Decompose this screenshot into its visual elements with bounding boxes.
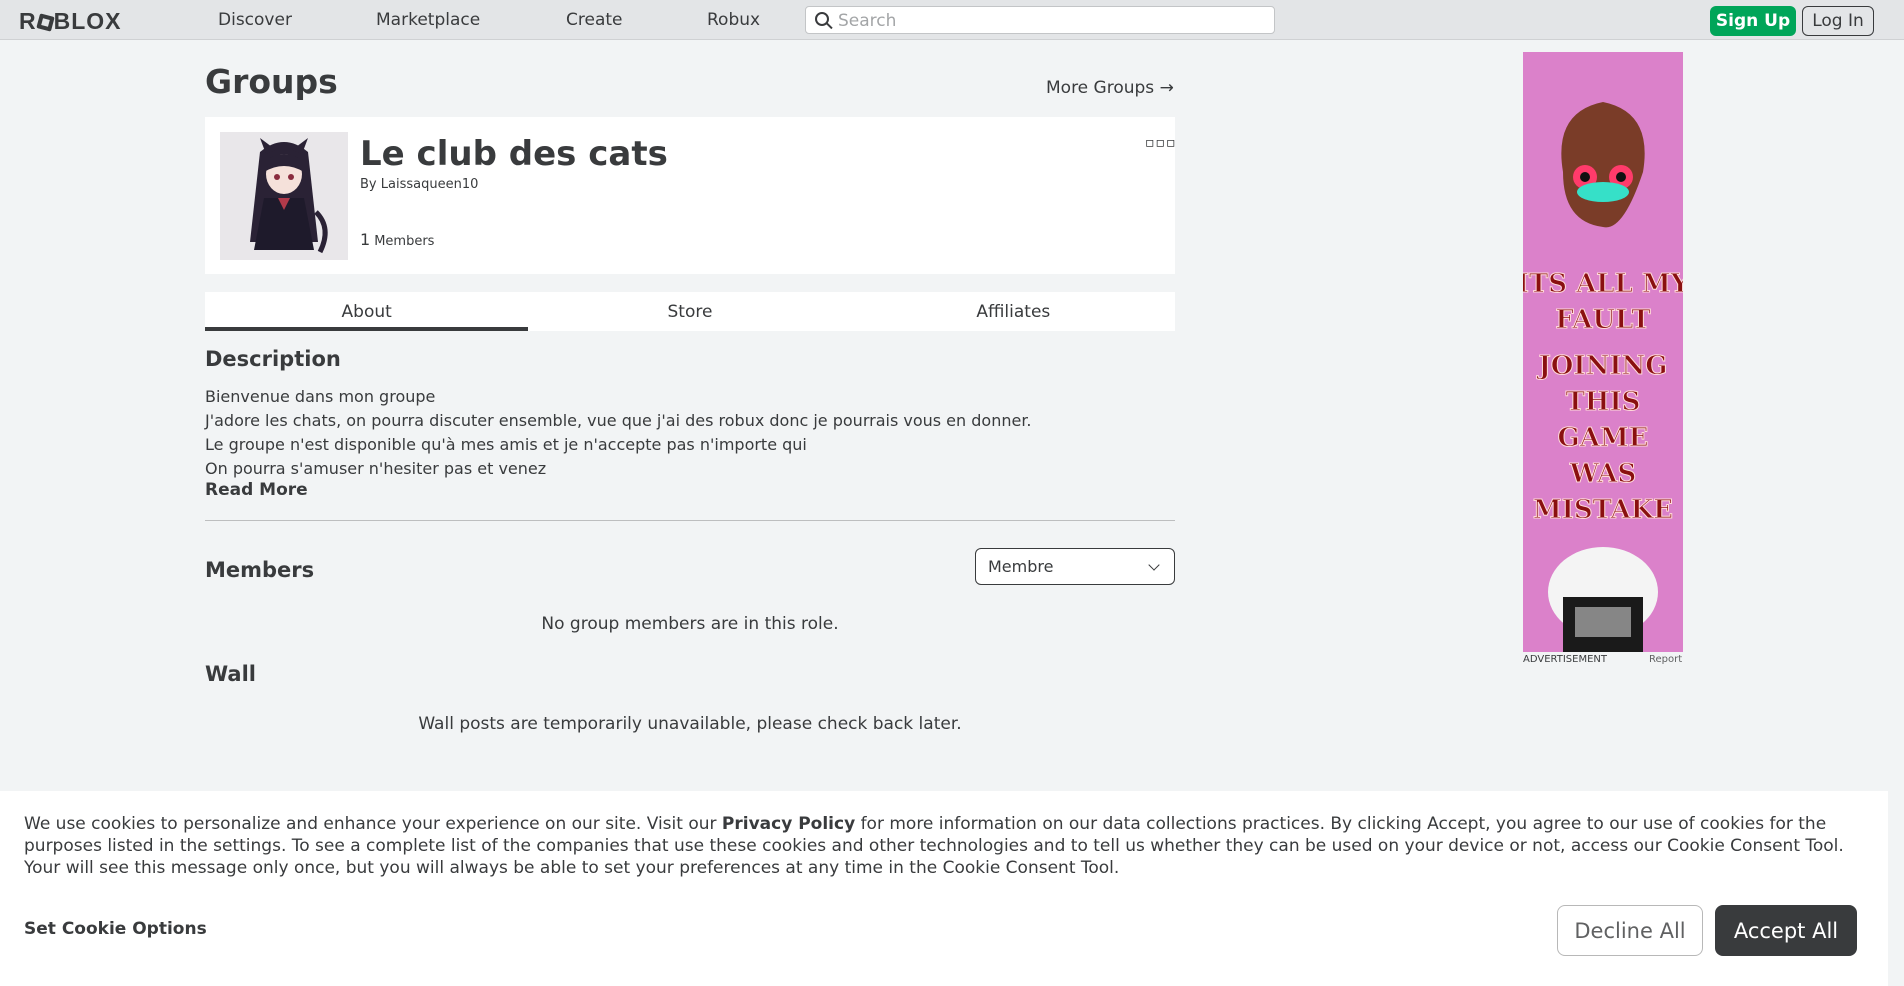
description-line: On pourra s'amuser n'hesiter pas et vene…	[205, 459, 547, 478]
role-dropdown[interactable]: Membre	[975, 548, 1175, 585]
set-cookie-options-link[interactable]: Set Cookie Options	[24, 919, 207, 939]
wall-title: Wall	[205, 662, 256, 686]
group-tabs: About Store Affiliates	[205, 292, 1175, 331]
members-empty-message: No group members are in this role.	[541, 614, 839, 634]
ad-report-link[interactable]: Report	[1649, 654, 1682, 665]
advertisement-banner[interactable]: ITS ALL MY FAULT JOINING THIS GAME WAS M…	[1523, 52, 1683, 652]
search-input[interactable]: Search	[805, 6, 1275, 34]
nav-robux[interactable]: Robux	[707, 10, 760, 30]
read-more-link[interactable]: Read More	[205, 480, 308, 500]
member-count-number: 1	[360, 230, 371, 249]
description-line: Bienvenue dans mon groupe	[205, 387, 436, 406]
ad-text-line: ITS ALL MY	[1523, 269, 1683, 299]
top-navigation-bar: R BLOX Discover Marketplace Create Robux …	[0, 0, 1904, 40]
sign-up-button[interactable]: Sign Up	[1710, 6, 1796, 36]
log-in-button[interactable]: Log In	[1802, 6, 1874, 36]
group-header-card: Le club des cats By Laissaqueen10 1 Membe…	[205, 117, 1175, 274]
role-selected-value: Membre	[988, 557, 1054, 576]
roblox-logo[interactable]: R BLOX	[19, 8, 122, 35]
search-icon	[815, 12, 829, 26]
accept-all-button[interactable]: Accept All	[1715, 905, 1857, 956]
page-scrollbar[interactable]	[1888, 40, 1904, 986]
description-text: Bienvenue dans mon groupe J'adore les ch…	[205, 385, 1032, 481]
wall-unavailable-message: Wall posts are temporarily unavailable, …	[418, 714, 962, 734]
ad-text-line: JOINING	[1536, 351, 1667, 381]
description-title: Description	[205, 347, 341, 371]
cookie-text: We use cookies to personalize and enhanc…	[24, 813, 1874, 879]
description-line: J'adore les chats, on pourra discuter en…	[205, 411, 1032, 430]
owner-link[interactable]: Laissaqueen10	[381, 177, 479, 192]
members-title: Members	[205, 558, 315, 582]
page-title: Groups	[205, 62, 338, 101]
more-groups-link[interactable]: More Groups →	[1046, 78, 1174, 98]
member-count: 1 Members	[360, 230, 434, 249]
ad-text-line: THIS	[1566, 387, 1641, 417]
search-placeholder: Search	[838, 11, 897, 31]
tab-about[interactable]: About	[205, 292, 529, 331]
more-options-icon[interactable]: ▫▫▫	[1145, 135, 1176, 151]
ad-text-line: MISTAKE	[1533, 495, 1673, 525]
group-emblem	[220, 132, 348, 260]
nav-discover[interactable]: Discover	[218, 10, 292, 30]
description-line: Le groupe n'est disponible qu'à mes amis…	[205, 435, 807, 454]
chevron-down-icon	[1148, 559, 1160, 571]
cookie-text-before: We use cookies to personalize and enhanc…	[24, 814, 722, 834]
by-prefix: By	[360, 177, 377, 192]
nav-create[interactable]: Create	[566, 10, 623, 30]
tab-store[interactable]: Store	[528, 292, 851, 331]
privacy-policy-link[interactable]: Privacy Policy	[722, 814, 855, 834]
member-count-label: Members	[374, 234, 435, 249]
divider	[205, 520, 1175, 521]
ad-text-line: GAME	[1558, 423, 1649, 453]
nav-marketplace[interactable]: Marketplace	[376, 10, 480, 30]
advertisement-label: ADVERTISEMENT	[1523, 654, 1608, 665]
group-name: Le club des cats	[360, 134, 668, 174]
ad-text-line: WAS	[1569, 459, 1637, 489]
decline-all-button[interactable]: Decline All	[1557, 905, 1703, 956]
group-owner-line: By Laissaqueen10	[360, 177, 478, 192]
tab-affiliates[interactable]: Affiliates	[852, 292, 1175, 331]
ad-text-line: FAULT	[1555, 305, 1651, 335]
cookie-consent-banner: We use cookies to personalize and enhanc…	[0, 791, 1888, 986]
